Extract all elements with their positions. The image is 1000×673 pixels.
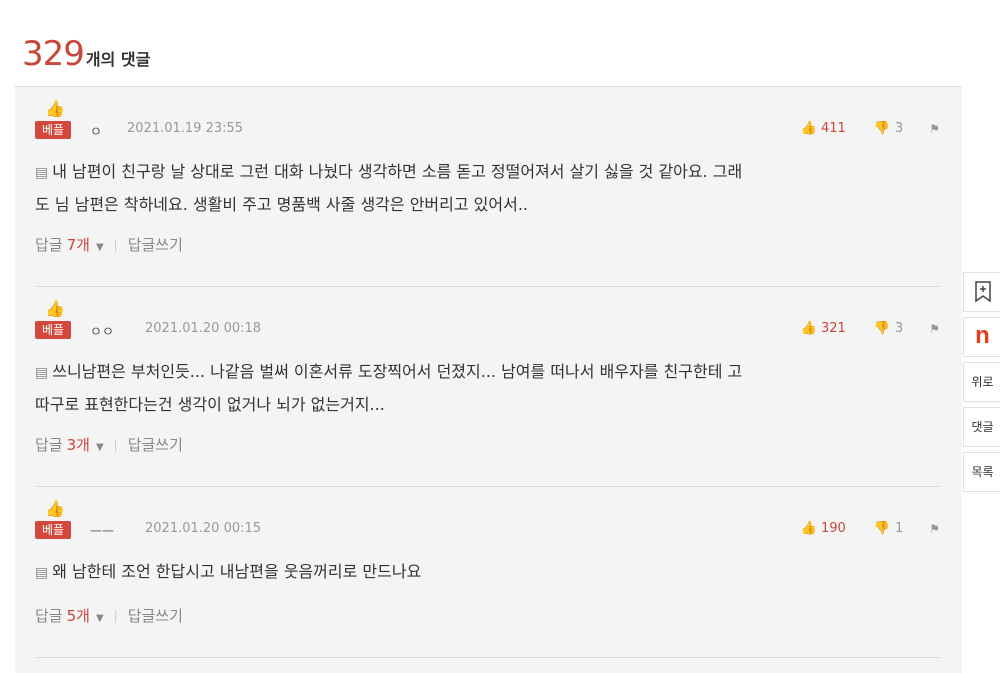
best-tag: 베플: [35, 521, 71, 539]
comment-text: ▤ 왜 남한테 조언 한답시고 내남편을 웃음꺼리로 만드나요: [35, 556, 925, 589]
chevron-down-icon: ▼: [95, 442, 104, 453]
go-comments-button[interactable]: 댓글: [963, 407, 1000, 447]
thumbs-down-icon: 👎: [873, 321, 890, 336]
comment-author[interactable]: ㅡㅡ: [90, 521, 114, 540]
comment-line: 따구로 표현한다는건 생각이 없거나 뇌가 없는거지...: [35, 395, 385, 414]
comment-count-label: 개의 댓글: [85, 50, 151, 69]
reply-label: 답글: [35, 607, 63, 625]
scroll-top-button[interactable]: 위로: [963, 362, 1000, 402]
comment-item: 👍 베플 ㅇㅇ 2021.01.20 00:18 👍 321 👎 3 ⚑ ▤ 쓰니…: [35, 301, 940, 471]
best-tag: 베플: [35, 121, 71, 139]
chevron-down-icon: ▼: [95, 242, 104, 253]
memo-icon: ▤: [35, 165, 49, 181]
report-icon[interactable]: ⚑: [929, 322, 940, 336]
memo-icon: ▤: [35, 565, 49, 581]
separator: |: [113, 237, 118, 252]
reply-toggle[interactable]: 답글 7개 ▼: [35, 234, 104, 255]
dislike-button[interactable]: 👎 1: [874, 521, 903, 536]
comment-stats: 👍 190 👎 1 ⚑: [801, 521, 940, 536]
comment-item: 👍 베플 ㅡㅡ 2021.01.20 00:15 👍 190 👎 1 ⚑ ▤ 왜 …: [35, 501, 940, 651]
report-icon[interactable]: ⚑: [929, 522, 940, 536]
memo-icon: ▤: [35, 365, 49, 381]
comment-date: 2021.01.20 00:15: [145, 521, 262, 536]
dislike-button[interactable]: 👎 3: [874, 121, 903, 136]
comment-stats: 👍 321 👎 3 ⚑: [801, 321, 940, 336]
comment-stats: 👍 411 👎 3 ⚑: [801, 121, 940, 136]
comment-date: 2021.01.19 23:55: [127, 121, 244, 136]
like-count: 190: [820, 521, 846, 536]
comment-text: ▤ 쓰니남편은 부처인듯... 나같음 벌써 이혼서류 도장찍어서 던졌지... …: [35, 356, 925, 420]
report-icon[interactable]: ⚑: [929, 122, 940, 136]
thumbs-down-icon: 👎: [873, 121, 890, 136]
dislike-count: 1: [894, 521, 904, 536]
comment-item: 👍 베플 ㅇ 2021.01.19 23:55 👍 411 👎 3 ⚑ ▤ 내 남…: [35, 101, 940, 271]
thumbs-up-icon: 👍: [45, 299, 65, 318]
thumbs-down-icon: 👎: [873, 521, 890, 536]
separator: |: [113, 608, 118, 623]
separator: |: [113, 437, 118, 452]
write-reply-link[interactable]: 답글쓰기: [128, 605, 183, 626]
best-comments-panel: 👍 베플 ㅇ 2021.01.19 23:55 👍 411 👎 3 ⚑ ▤ 내 남…: [15, 86, 962, 673]
best-badge: 👍 베플: [35, 501, 71, 539]
divider: [35, 486, 940, 487]
like-count: 411: [820, 121, 846, 136]
reply-count: 7개: [66, 236, 90, 254]
comment-author[interactable]: ㅇ: [90, 121, 102, 140]
reply-count: 5개: [66, 607, 90, 625]
dislike-count: 3: [894, 321, 904, 336]
thumbs-up-icon: 👍: [800, 321, 817, 336]
bookmark-plus-icon: [974, 281, 991, 303]
comment-date: 2021.01.20 00:18: [145, 321, 262, 336]
thumbs-up-icon: 👍: [45, 99, 65, 118]
like-button[interactable]: 👍 321: [801, 321, 846, 336]
best-badge: 👍 베플: [35, 101, 71, 139]
thumbs-up-icon: 👍: [45, 499, 65, 518]
comment-text: ▤ 내 남편이 친구랑 날 상대로 그런 대화 나눴다 생각하면 소름 돋고 정떨…: [35, 156, 925, 220]
comments-header: 329 개의 댓글: [22, 34, 150, 74]
divider: [35, 286, 940, 287]
dislike-count: 3: [894, 121, 904, 136]
reply-toggle[interactable]: 답글 3개 ▼: [35, 434, 104, 455]
bookmark-button[interactable]: [963, 272, 1000, 312]
chevron-down-icon: ▼: [95, 613, 104, 624]
divider: [35, 657, 940, 658]
comment-count: 329: [22, 34, 85, 74]
list-button[interactable]: 목록: [963, 452, 1000, 492]
like-count: 321: [820, 321, 846, 336]
like-button[interactable]: 👍 190: [801, 521, 846, 536]
comment-line: 쓰니남편은 부처인듯... 나같음 벌써 이혼서류 도장찍어서 던졌지... 남…: [52, 362, 743, 381]
comment-author[interactable]: ㅇㅇ: [90, 321, 114, 340]
dislike-button[interactable]: 👎 3: [874, 321, 903, 336]
reply-row: 답글 3개 ▼ | 답글쓰기: [35, 434, 183, 455]
write-reply-link[interactable]: 답글쓰기: [128, 434, 183, 455]
naver-n-button[interactable]: n: [963, 317, 1000, 357]
reply-row: 답글 7개 ▼ | 답글쓰기: [35, 234, 183, 255]
best-badge: 👍 베플: [35, 301, 71, 339]
reply-toggle[interactable]: 답글 5개 ▼: [35, 605, 104, 626]
reply-label: 답글: [35, 436, 63, 454]
reply-label: 답글: [35, 236, 63, 254]
best-tag: 베플: [35, 321, 71, 339]
comment-line: 도 님 남편은 착하네요. 생활비 주고 명품백 사줄 생각은 안버리고 있어서…: [35, 195, 528, 214]
thumbs-up-icon: 👍: [800, 521, 817, 536]
reply-count: 3개: [66, 436, 90, 454]
like-button[interactable]: 👍 411: [801, 121, 846, 136]
comment-line: 왜 남한테 조언 한답시고 내남편을 웃음꺼리로 만드나요: [52, 562, 422, 581]
write-reply-link[interactable]: 답글쓰기: [128, 234, 183, 255]
thumbs-up-icon: 👍: [800, 121, 817, 136]
comment-line: 내 남편이 친구랑 날 상대로 그런 대화 나눴다 생각하면 소름 돋고 정떨어…: [52, 162, 743, 181]
reply-row: 답글 5개 ▼ | 답글쓰기: [35, 605, 183, 626]
